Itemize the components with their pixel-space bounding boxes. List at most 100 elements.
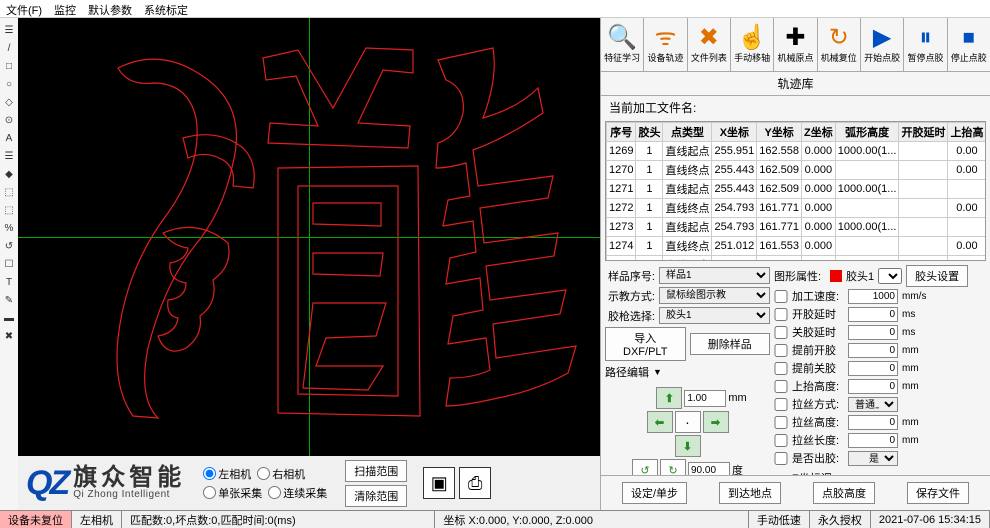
tool-10[interactable]: ⬚ — [2, 204, 16, 218]
table-header[interactable]: Y坐标 — [757, 123, 802, 142]
foot-btn-0[interactable]: 设定/单步 — [622, 482, 687, 504]
menu-file[interactable]: 文件(F) — [6, 2, 42, 15]
table-header[interactable]: Z坐标 — [802, 123, 836, 142]
param-input[interactable] — [848, 307, 898, 322]
table-header[interactable]: 上抬高 — [948, 123, 986, 142]
menu-monitor[interactable]: 监控 — [54, 2, 76, 15]
tool-13[interactable]: ☐ — [2, 258, 16, 272]
table-row[interactable]: 12751直线起点251.012161.5530.0001000.00(1... — [607, 256, 986, 262]
param-input[interactable] — [848, 361, 898, 376]
toolbar-btn-0[interactable]: 🔍特征学习 — [601, 18, 644, 71]
shape-attr-select[interactable] — [878, 268, 902, 284]
tool-1[interactable]: / — [2, 42, 16, 56]
tool-17[interactable]: ✖ — [2, 330, 16, 344]
nav-right-button[interactable]: ➡ — [703, 411, 729, 433]
head-settings-button[interactable]: 胶头设置 — [906, 265, 968, 287]
tool-8[interactable]: ◆ — [2, 168, 16, 182]
param-checkbox[interactable] — [774, 326, 788, 339]
toolbar-btn-6[interactable]: ▶开始点胶 — [861, 18, 904, 71]
param-checkbox[interactable] — [774, 398, 788, 411]
import-dxf-button[interactable]: 导入DXF/PLT — [605, 327, 686, 361]
status-speed: 手动低速 — [749, 511, 810, 528]
tool-15[interactable]: ✎ — [2, 294, 16, 308]
left-cam-radio[interactable]: 左相机 — [203, 466, 251, 482]
toolbar-btn-3[interactable]: ☝手动移轴 — [731, 18, 774, 71]
param-select[interactable]: 普通上抬 — [848, 397, 898, 412]
right-cam-radio[interactable]: 右相机 — [257, 466, 305, 482]
bounds-icon[interactable]: ▣ — [423, 467, 455, 499]
tool-12[interactable]: ↺ — [2, 240, 16, 254]
nav-up-button[interactable]: ⬆ — [656, 387, 682, 409]
param-input[interactable] — [848, 289, 898, 304]
trajectory-table[interactable]: 序号胶头点类型X坐标Y坐标Z坐标弧形高度开胶延时上抬高12691直线起点255.… — [605, 121, 986, 261]
param-checkbox[interactable] — [774, 380, 788, 393]
param-input[interactable] — [848, 433, 898, 448]
param-select[interactable]: 是 — [848, 451, 898, 466]
table-header[interactable]: X坐标 — [712, 123, 757, 142]
tool-7[interactable]: ☰ — [2, 150, 16, 164]
delete-sample-button[interactable]: 删除样品 — [690, 333, 771, 355]
table-header[interactable]: 胶头 — [636, 123, 663, 142]
brand-logo: QZ 旗众智能 Qi Zhong Intelligent — [26, 464, 185, 503]
nav-left-button[interactable]: ⬅ — [647, 411, 673, 433]
tool-2[interactable]: □ — [2, 60, 16, 74]
angle-input[interactable] — [688, 462, 730, 476]
sample-seq-select[interactable]: 样品1 — [659, 267, 770, 284]
nav-center-button[interactable]: · — [675, 411, 701, 433]
toolbar-btn-4[interactable]: ✚机械原点 — [774, 18, 817, 71]
param-input[interactable] — [848, 343, 898, 358]
param-checkbox[interactable] — [774, 344, 788, 357]
param-checkbox[interactable] — [774, 362, 788, 375]
tool-0[interactable]: ☰ — [2, 24, 16, 38]
param-checkbox[interactable] — [774, 434, 788, 447]
table-row[interactable]: 12741直线终点251.012161.5530.0000.00 — [607, 237, 986, 256]
single-capture-radio[interactable]: 单张采集 — [203, 485, 262, 501]
param-input[interactable] — [848, 325, 898, 340]
clear-outline-button[interactable]: 清除范围 — [345, 485, 407, 507]
tool-16[interactable]: ▬ — [2, 312, 16, 326]
table-row[interactable]: 12701直线终点255.443162.5090.0000.00 — [607, 161, 986, 180]
nav-down-button[interactable]: ⬇ — [675, 435, 701, 457]
scan-icon[interactable]: ⎙ — [459, 467, 491, 499]
toolbar-btn-2[interactable]: ✖文件列表 — [688, 18, 731, 71]
drawing-canvas[interactable] — [18, 18, 600, 456]
table-header[interactable]: 点类型 — [663, 123, 712, 142]
glue-sel-select[interactable]: 胶头1 — [659, 307, 770, 324]
param-checkbox[interactable] — [774, 416, 788, 429]
rotate-cw-button[interactable]: ↻ — [660, 459, 686, 475]
table-row[interactable]: 12721直线终点254.793161.7710.0000.00 — [607, 199, 986, 218]
table-header[interactable]: 开胶延时 — [899, 123, 948, 142]
param-input[interactable] — [848, 415, 898, 430]
tool-5[interactable]: ⊙ — [2, 114, 16, 128]
step-input[interactable] — [684, 390, 726, 407]
table-header[interactable]: 序号 — [607, 123, 636, 142]
param-checkbox[interactable] — [774, 290, 788, 303]
table-header[interactable]: 弧形高度 — [835, 123, 899, 142]
tool-6[interactable]: A — [2, 132, 16, 146]
tool-9[interactable]: ⬚ — [2, 186, 16, 200]
tool-4[interactable]: ◇ — [2, 96, 16, 110]
teach-mode-select[interactable]: 鼠标绘图示教 — [659, 287, 770, 304]
param-checkbox[interactable] — [774, 308, 788, 321]
menu-calib[interactable]: 系统标定 — [144, 2, 188, 15]
scan-outline-button[interactable]: 扫描范围 — [345, 460, 407, 482]
rotate-ccw-button[interactable]: ↺ — [632, 459, 658, 475]
table-row[interactable]: 12731直线起点254.793161.7710.0001000.00(1... — [607, 218, 986, 237]
toolbar-btn-1[interactable]: ᯤ设备轨迹 — [644, 18, 687, 71]
cont-capture-radio[interactable]: 连续采集 — [268, 485, 327, 501]
foot-btn-2[interactable]: 点胶高度 — [813, 482, 875, 504]
param-input[interactable] — [848, 379, 898, 394]
toolbar-btn-7[interactable]: ⏸暂停点胶 — [904, 18, 947, 71]
tool-11[interactable]: % — [2, 222, 16, 236]
param-row: 拉丝方式:普通上抬 — [774, 395, 986, 413]
param-checkbox[interactable] — [774, 452, 788, 465]
toolbar-btn-8[interactable]: ⏹停止点胶 — [948, 18, 990, 71]
toolbar-btn-5[interactable]: ↻机械复位 — [818, 18, 861, 71]
tool-3[interactable]: ○ — [2, 78, 16, 92]
foot-btn-1[interactable]: 到达地点 — [719, 482, 781, 504]
menu-defaults[interactable]: 默认参数 — [88, 2, 132, 15]
table-row[interactable]: 12711直线起点255.443162.5090.0001000.00(1... — [607, 180, 986, 199]
tool-14[interactable]: T — [2, 276, 16, 290]
table-row[interactable]: 12691直线起点255.951162.5580.0001000.00(1...… — [607, 142, 986, 161]
foot-btn-3[interactable]: 保存文件 — [907, 482, 969, 504]
